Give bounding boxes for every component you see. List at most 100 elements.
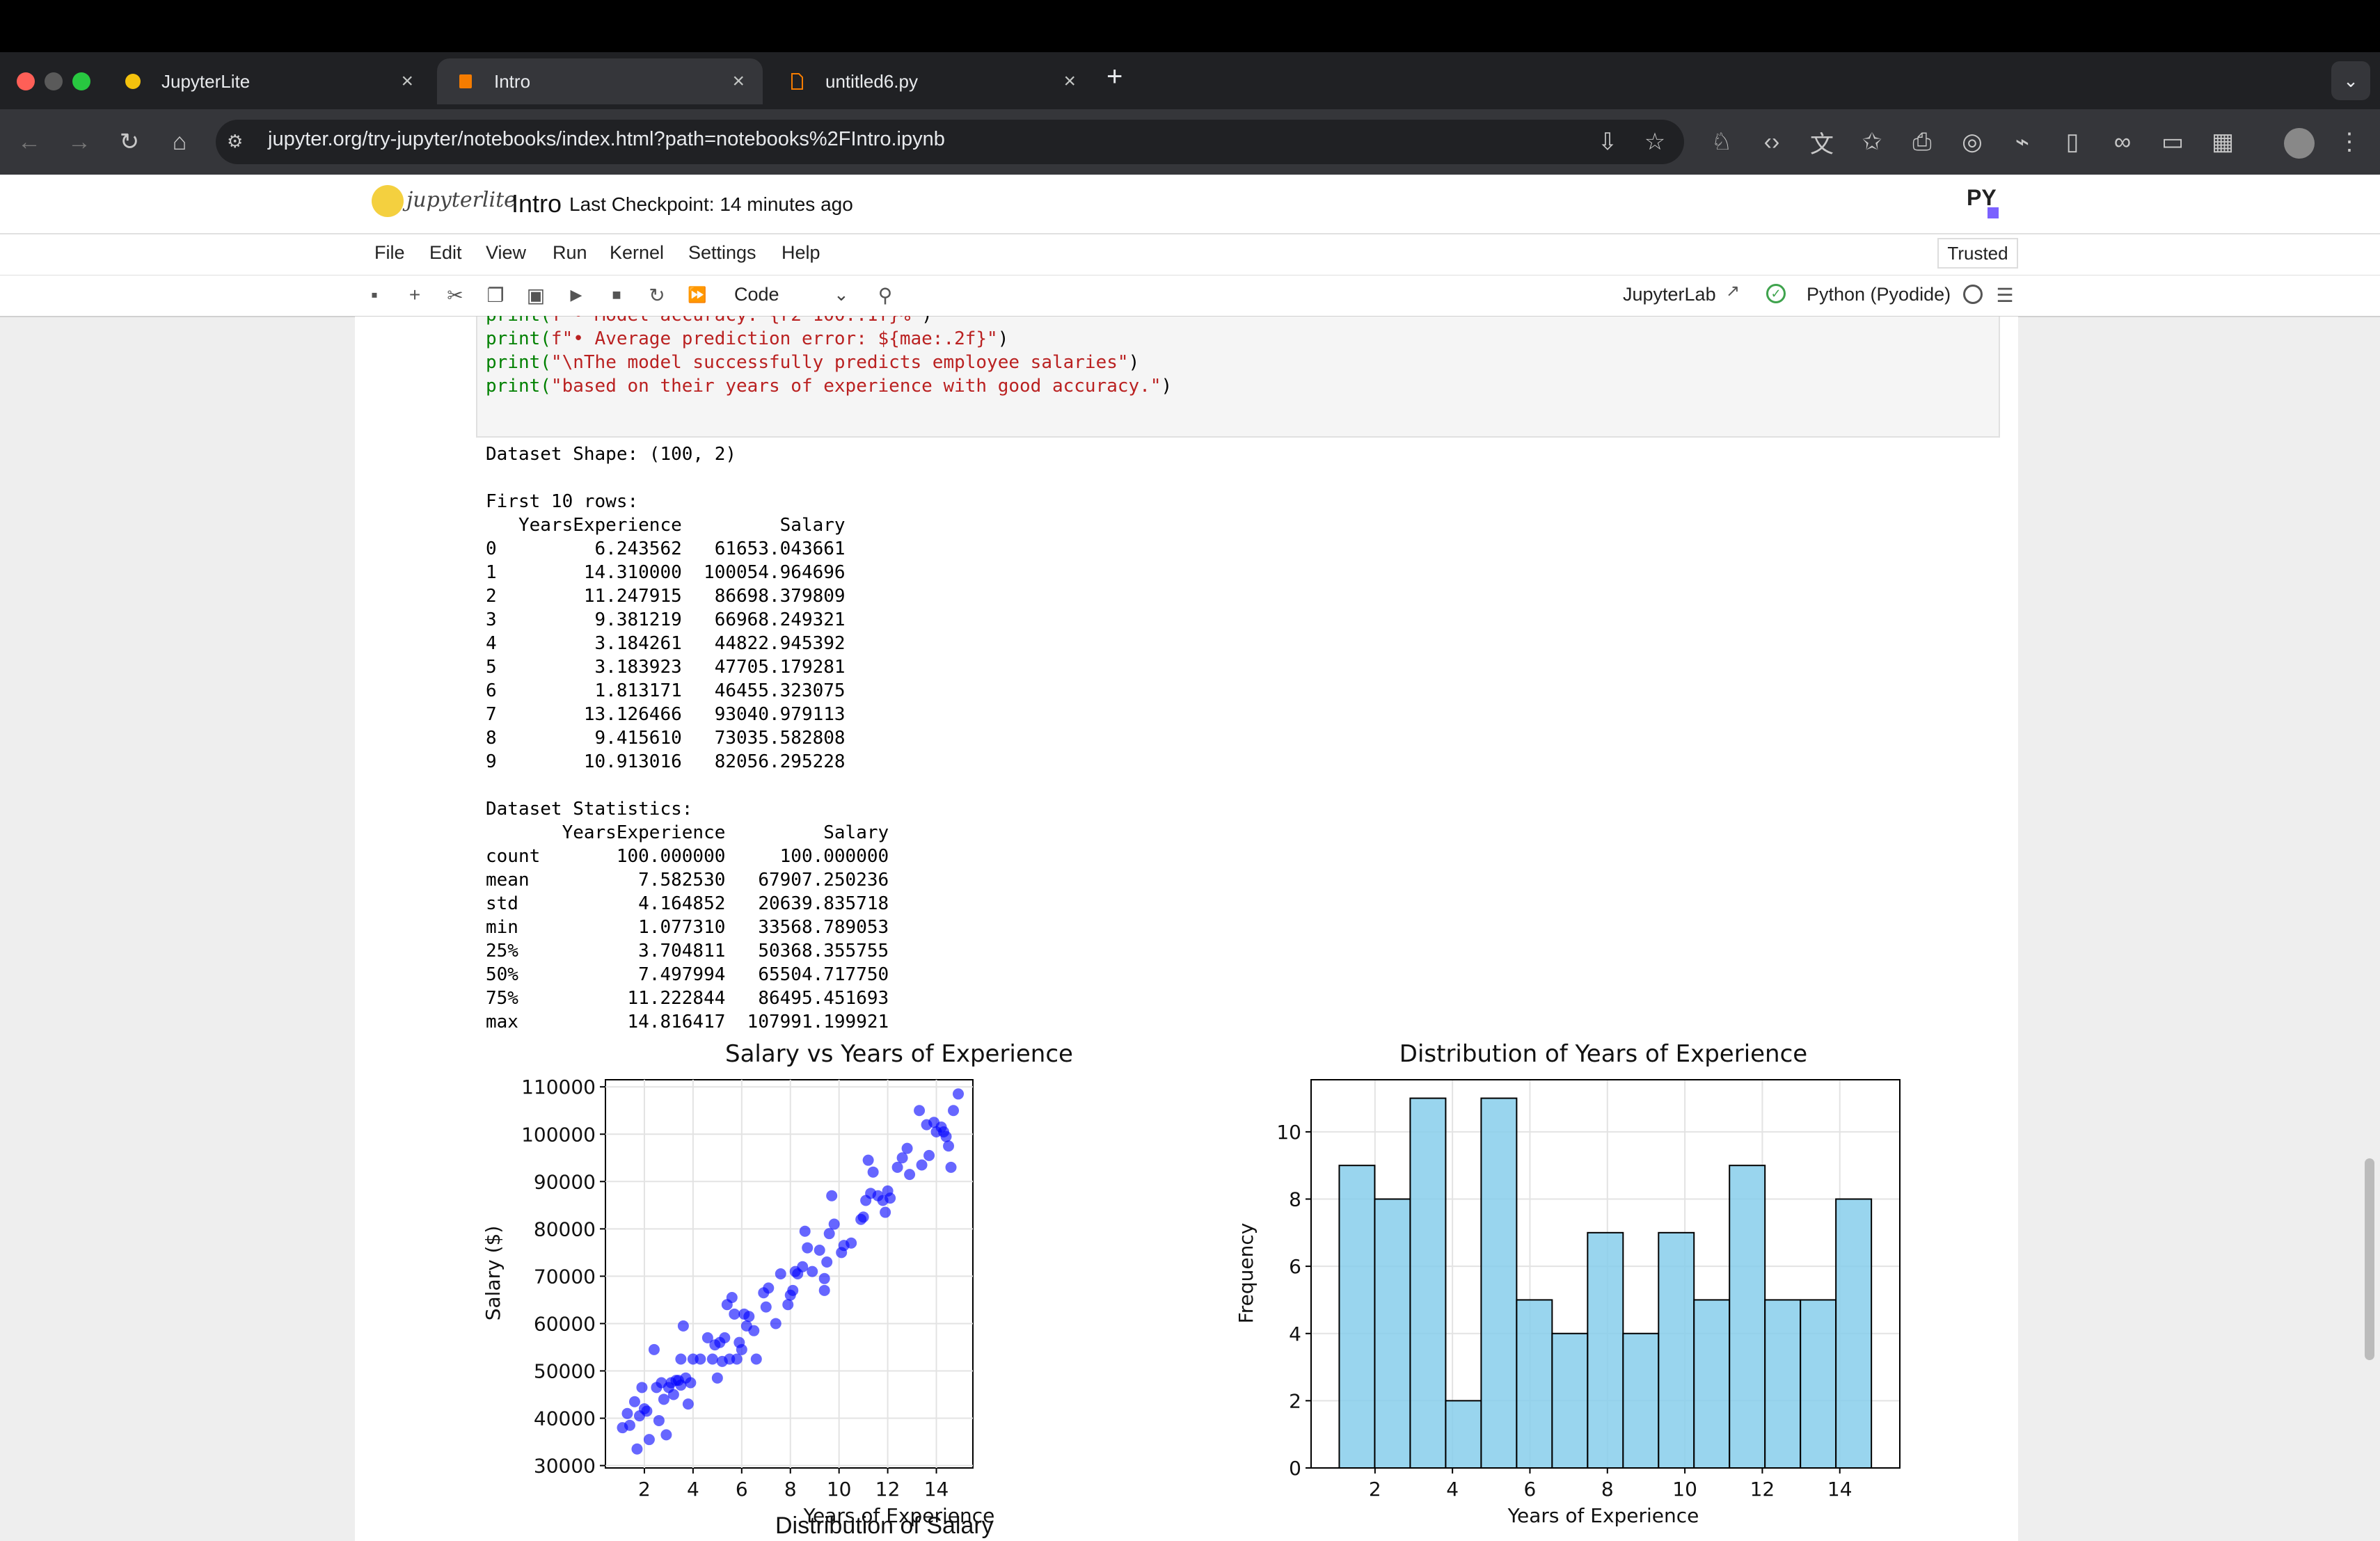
- chevron-down-icon[interactable]: ⌄: [834, 284, 849, 305]
- new-tab-icon[interactable]: +: [1106, 61, 1122, 93]
- cast-icon[interactable]: ⌁: [2003, 122, 2042, 161]
- scatter-point: [706, 1353, 718, 1365]
- insert-cell-icon[interactable]: +: [399, 280, 430, 310]
- back-icon[interactable]: ←: [10, 122, 49, 161]
- histogram-bar: [1445, 1400, 1482, 1469]
- kernel-idle-icon: [1963, 285, 1983, 304]
- histogram-chart: Distribution of Years of Experience 2 4 6 8…: [1235, 1040, 1901, 1527]
- close-icon[interactable]: ×: [1063, 70, 1076, 93]
- menu-edit[interactable]: Edit: [429, 242, 462, 264]
- scatter-point: [940, 1131, 952, 1142]
- scatter-point: [750, 1353, 762, 1365]
- jupyterlite-logo-text: jupyterlite: [406, 188, 516, 212]
- incognito-icon[interactable]: ♘: [1702, 122, 1741, 161]
- home-icon[interactable]: ⌂: [160, 122, 199, 161]
- url-text[interactable]: jupyter.org/try-jupyter/notebooks/index.…: [268, 128, 945, 151]
- scatter-point: [641, 1405, 653, 1417]
- scatter-point: [945, 1161, 957, 1173]
- menu-settings[interactable]: Settings: [688, 242, 756, 264]
- notebook-header: [0, 175, 2380, 234]
- jupyterlab-link[interactable]: JupyterLab: [1623, 284, 1716, 305]
- scatter-point: [802, 1242, 814, 1254]
- tab-search-icon[interactable]: ⌄: [2331, 61, 2370, 100]
- kernel-name[interactable]: Python (Pyodide): [1807, 284, 1951, 305]
- notebook-scrollbar[interactable]: [2365, 1158, 2374, 1360]
- scatter-point: [818, 1272, 830, 1284]
- scatter-point: [884, 1192, 896, 1204]
- histogram-bar: [1800, 1299, 1837, 1469]
- cell-type-select[interactable]: Code: [734, 284, 779, 305]
- trusted-badge[interactable]: Trusted: [1937, 238, 2018, 269]
- y-tick-label: 0: [1289, 1457, 1301, 1480]
- notebook-title[interactable]: Intro: [511, 189, 562, 218]
- translate-icon[interactable]: 文: [1802, 122, 1841, 161]
- external-link-icon[interactable]: ↗: [1726, 281, 1740, 301]
- code-line: print(f"• Average prediction error: ${ma…: [486, 328, 1009, 349]
- histogram-bar: [1587, 1231, 1624, 1469]
- histogram-x-axis-label: Years of Experience: [1507, 1504, 1699, 1527]
- jupyterlite-logo-icon[interactable]: [372, 185, 404, 217]
- close-icon[interactable]: ×: [732, 70, 745, 93]
- y-tick-label: 4: [1289, 1323, 1301, 1346]
- cell-output-text: Dataset Shape: (100, 2) First 10 rows: Y…: [486, 444, 889, 1032]
- save-icon[interactable]: ▪: [359, 280, 390, 310]
- scatter-point: [695, 1353, 706, 1365]
- scatter-point: [867, 1166, 879, 1178]
- cut-icon[interactable]: ✂: [440, 280, 470, 310]
- scatter-point: [682, 1398, 694, 1410]
- tab-label: Intro: [494, 70, 531, 92]
- y-tick-label: 100000: [521, 1123, 596, 1146]
- site-settings-icon[interactable]: ⚙: [227, 131, 251, 154]
- scatter-point: [821, 1256, 833, 1268]
- y-tick-label: 40000: [534, 1407, 596, 1430]
- print-icon[interactable]: ⎙: [1903, 122, 1942, 161]
- y-tick-label: 8: [1289, 1188, 1301, 1211]
- window-close-button[interactable]: [17, 72, 35, 90]
- code-icon[interactable]: ‹›: [1752, 122, 1791, 161]
- browser-tab-untitled6[interactable]: untitled6.py ×: [768, 58, 1094, 104]
- screen-top-band: [0, 0, 2380, 52]
- bookmark-star-icon[interactable]: ☆: [1635, 122, 1674, 161]
- reload-icon[interactable]: ↻: [110, 122, 149, 161]
- y-tick-label: 2: [1289, 1389, 1301, 1412]
- menu-help[interactable]: Help: [782, 242, 820, 264]
- scatter-point: [923, 1149, 935, 1161]
- install-app-icon[interactable]: ⇩: [1588, 122, 1627, 161]
- jupyterlite-icon: [122, 71, 143, 92]
- x-tick-label: 12: [1750, 1478, 1775, 1501]
- histogram-bar: [1516, 1299, 1553, 1469]
- browser-tab-intro[interactable]: Intro ×: [437, 58, 763, 104]
- y-tick-label: 110000: [521, 1076, 596, 1099]
- favorites-icon[interactable]: ✩: [1853, 122, 1891, 161]
- reading-mode-icon[interactable]: ▯: [2053, 122, 2092, 161]
- scatter-point: [719, 1332, 731, 1343]
- scatter-point: [628, 1396, 640, 1407]
- scatter-point: [901, 1142, 913, 1154]
- menu-view[interactable]: View: [486, 242, 526, 264]
- browser-menu-icon[interactable]: ⋮: [2330, 122, 2369, 161]
- window-zoom-button[interactable]: [72, 72, 90, 90]
- close-icon[interactable]: ×: [401, 70, 413, 93]
- sidebar-icon[interactable]: ▦: [2203, 122, 2242, 161]
- menu-kernel[interactable]: Kernel: [610, 242, 664, 264]
- scatter-point: [862, 1154, 874, 1166]
- x-tick-label: 2: [1369, 1478, 1381, 1501]
- scatter-point: [743, 1311, 755, 1323]
- browser-tab-jupyterlite[interactable]: JupyterLite ×: [104, 58, 431, 104]
- window-minimize-button[interactable]: [45, 72, 63, 90]
- menu-run[interactable]: Run: [553, 242, 587, 264]
- scatter-point: [685, 1377, 697, 1389]
- scatter-point: [782, 1299, 794, 1311]
- profile-avatar[interactable]: [2284, 128, 2315, 159]
- scatter-point: [643, 1434, 655, 1446]
- screenshot-icon[interactable]: ◎: [1953, 122, 1992, 161]
- link-icon[interactable]: ∞: [2103, 122, 2142, 161]
- forward-icon[interactable]: →: [60, 122, 99, 161]
- devices-icon[interactable]: ▭: [2153, 122, 2192, 161]
- scatter-point: [916, 1159, 928, 1171]
- scatter-point: [828, 1218, 840, 1230]
- menu-file[interactable]: File: [374, 242, 405, 264]
- code-line: print("based on their years of experienc…: [486, 376, 1173, 397]
- y-tick-label: 30000: [534, 1455, 596, 1478]
- histogram-bar: [1835, 1198, 1873, 1469]
